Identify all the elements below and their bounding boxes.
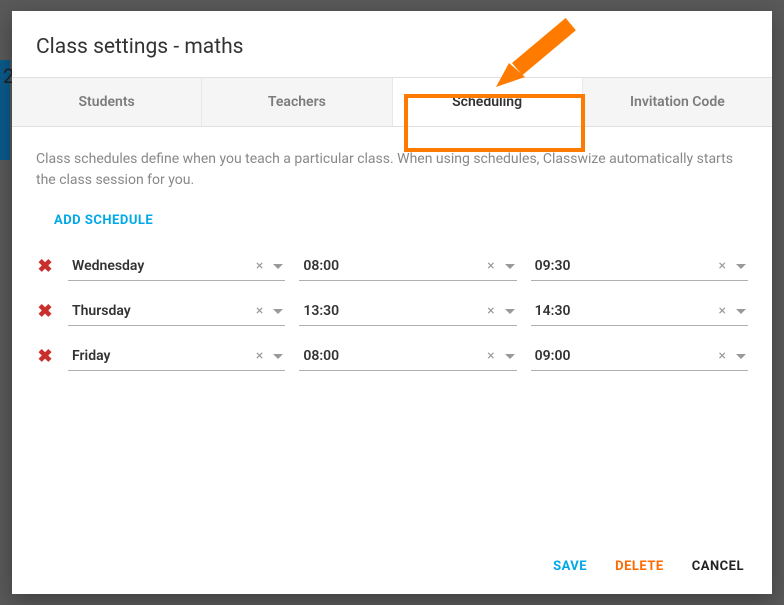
chevron-down-icon[interactable] [736,354,746,359]
class-settings-modal: Class settings - maths Students Teachers… [12,11,772,594]
clear-icon[interactable]: × [483,348,498,364]
start-time-select[interactable]: 13:30 × [299,297,516,326]
end-time-value: 14:30 [535,303,709,319]
chevron-down-icon[interactable] [736,309,746,314]
start-time-select[interactable]: 08:00 × [299,342,516,371]
day-value: Friday [72,348,246,364]
end-time-value: 09:00 [535,348,709,364]
tab-teachers[interactable]: Teachers [202,78,392,126]
start-time-value: 08:00 [303,258,477,274]
remove-icon[interactable]: ✖ [36,301,54,322]
day-value: Wednesday [72,258,246,274]
end-time-select[interactable]: 09:00 × [531,342,748,371]
chevron-down-icon[interactable] [273,354,283,359]
page-title: Class settings - maths [36,35,748,59]
clear-icon[interactable]: × [483,258,498,274]
day-select[interactable]: Friday × [68,342,285,371]
clear-icon[interactable]: × [715,258,730,274]
modal-footer: SAVE DELETE CANCEL [12,539,772,594]
clear-icon[interactable]: × [252,303,267,319]
chevron-down-icon[interactable] [273,264,283,269]
day-select[interactable]: Thursday × [68,297,285,326]
tab-bar: Students Teachers Scheduling Invitation … [12,77,772,127]
tab-label: Scheduling [452,94,522,110]
cancel-button[interactable]: CANCEL [692,559,744,574]
chevron-down-icon[interactable] [505,264,515,269]
clear-icon[interactable]: × [483,303,498,319]
delete-button[interactable]: DELETE [615,559,664,574]
scheduling-panel: Class schedules define when you teach a … [12,127,772,539]
remove-icon[interactable]: ✖ [36,346,54,367]
clear-icon[interactable]: × [715,348,730,364]
tab-label: Students [79,94,135,110]
save-button[interactable]: SAVE [553,559,587,574]
end-time-select[interactable]: 14:30 × [531,297,748,326]
day-select[interactable]: Wednesday × [68,252,285,281]
chevron-down-icon[interactable] [736,264,746,269]
clear-icon[interactable]: × [252,348,267,364]
tab-label: Invitation Code [630,94,725,110]
scheduling-description: Class schedules define when you teach a … [36,149,748,191]
clear-icon[interactable]: × [252,258,267,274]
add-schedule-button[interactable]: ADD SCHEDULE [54,213,748,228]
clear-icon[interactable]: × [715,303,730,319]
start-time-select[interactable]: 08:00 × [299,252,516,281]
start-time-value: 08:00 [303,348,477,364]
remove-icon[interactable]: ✖ [36,256,54,277]
start-time-value: 13:30 [303,303,477,319]
schedule-row: ✖ Wednesday × 08:00 × 09:30 × [36,252,748,281]
end-time-value: 09:30 [535,258,709,274]
modal-header: Class settings - maths [12,11,772,77]
chevron-down-icon[interactable] [273,309,283,314]
chevron-down-icon[interactable] [505,354,515,359]
end-time-select[interactable]: 09:30 × [531,252,748,281]
schedule-row: ✖ Friday × 08:00 × 09:00 × [36,342,748,371]
tab-students[interactable]: Students [12,78,202,126]
chevron-down-icon[interactable] [505,309,515,314]
day-value: Thursday [72,303,246,319]
tab-scheduling[interactable]: Scheduling [393,78,583,126]
tab-label: Teachers [268,94,326,110]
schedule-row: ✖ Thursday × 13:30 × 14:30 × [36,297,748,326]
tab-invitation-code[interactable]: Invitation Code [583,78,772,126]
